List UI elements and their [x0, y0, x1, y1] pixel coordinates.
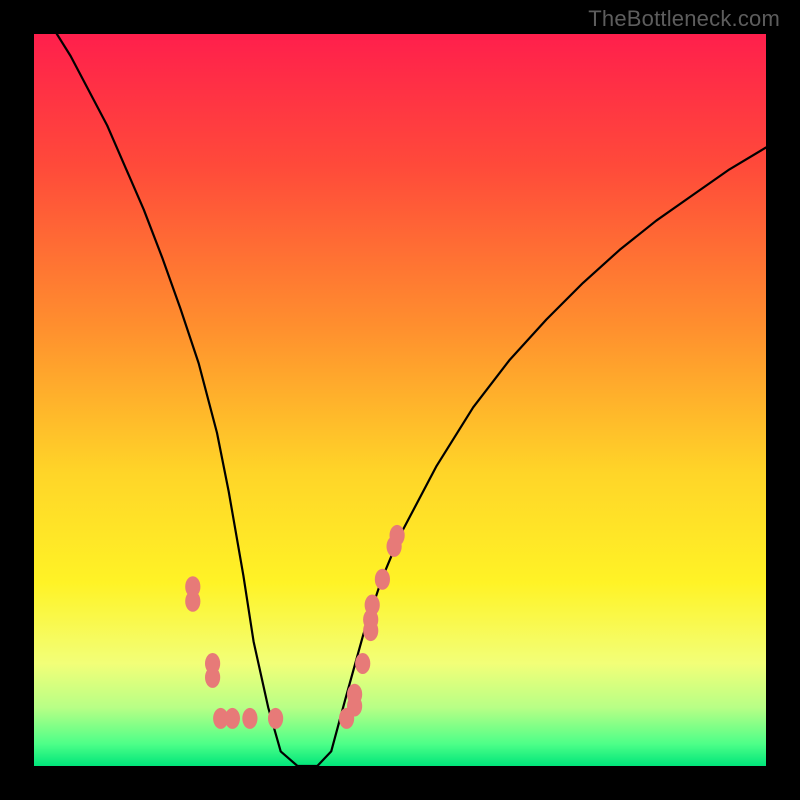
curve-bead: [347, 684, 362, 705]
curve-bead: [355, 653, 370, 674]
curve-bead: [390, 525, 405, 546]
curve-bead: [185, 576, 200, 597]
bottleneck-curve: [34, 0, 766, 766]
curve-bead: [205, 653, 220, 674]
curve-bead: [365, 595, 380, 616]
watermark-text: TheBottleneck.com: [588, 6, 780, 32]
frame: TheBottleneck.com: [0, 0, 800, 800]
curve-bead: [225, 708, 240, 729]
plot-area: [34, 34, 766, 766]
curve-bead: [375, 569, 390, 590]
curve-bead: [242, 708, 257, 729]
curve-bead: [268, 708, 283, 729]
chart-svg: [34, 34, 766, 766]
